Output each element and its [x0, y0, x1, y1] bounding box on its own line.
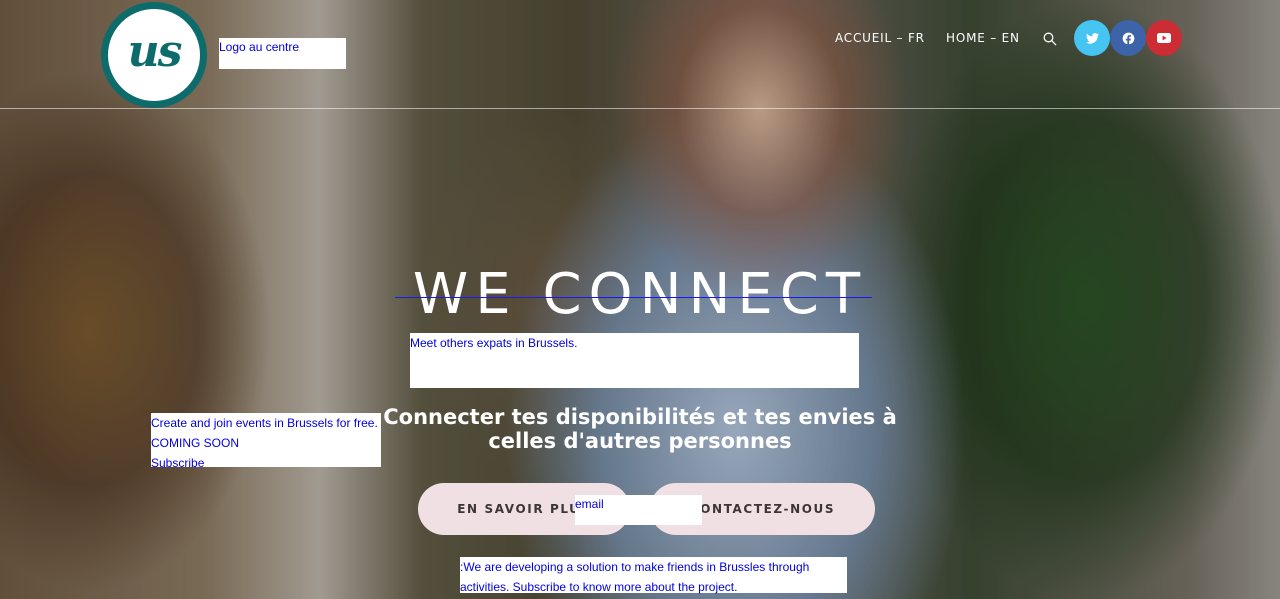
twitter-button[interactable]: [1074, 20, 1110, 56]
hero-tagline: Meet others expats in Brussels.: [410, 333, 859, 388]
events-text: Create and join events in Brussels for f…: [151, 416, 378, 430]
header-divider: [0, 108, 1280, 109]
logo-badge: us: [108, 9, 200, 101]
nav-link-home-en[interactable]: HOME – EN: [946, 31, 1020, 45]
logo-text: us: [127, 25, 183, 77]
site-logo[interactable]: us: [101, 2, 207, 108]
email-field[interactable]: email: [575, 495, 702, 525]
nav-link-accueil-fr[interactable]: ACCUEIL – FR: [835, 31, 925, 45]
coming-soon-text: COMING SOON: [151, 436, 240, 450]
facebook-button[interactable]: [1110, 20, 1146, 56]
facebook-icon: [1122, 32, 1134, 45]
events-note: Create and join events in Brussels for f…: [151, 413, 381, 470]
title-underline: [395, 297, 872, 298]
hero-title: WE CONNECT: [412, 262, 868, 327]
search-icon[interactable]: [1043, 31, 1059, 47]
twitter-icon: [1085, 32, 1099, 44]
youtube-icon: [1157, 33, 1171, 43]
subscribe-link[interactable]: Subscribe: [151, 453, 381, 473]
hero-subheadline: Connecter tes disponibilités et tes envi…: [383, 405, 897, 453]
project-description: :We are developing a solution to make fr…: [460, 557, 847, 594]
youtube-button[interactable]: [1146, 20, 1182, 56]
logo-caption: Logo au centre: [219, 38, 346, 69]
